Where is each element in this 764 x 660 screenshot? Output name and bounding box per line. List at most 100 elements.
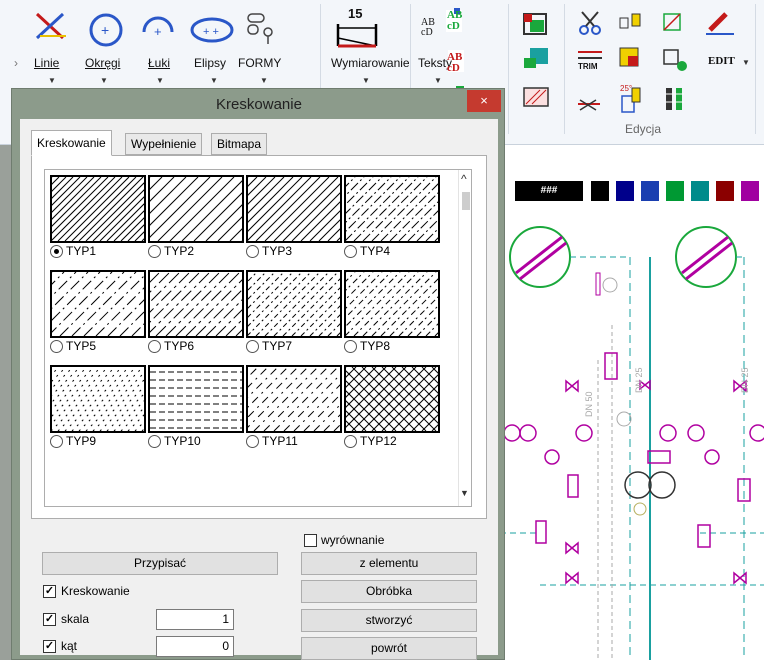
pattern-radio[interactable] [148, 245, 161, 258]
ribbon-button-arcs[interactable]: Łuki [148, 56, 170, 70]
explode-tool-icon[interactable] [578, 99, 600, 111]
pattern-tile[interactable]: TYP1 [50, 175, 146, 258]
extend-tool-icon[interactable] [619, 47, 639, 67]
ribbon-button-forms[interactable]: FORMY [238, 56, 281, 70]
scroll-up-icon[interactable]: ^ [461, 172, 467, 186]
pattern-radio[interactable] [344, 340, 357, 353]
array-tool-icon[interactable] [663, 49, 687, 71]
pattern-tile[interactable]: TYP3 [246, 175, 342, 258]
edit-menu-button[interactable]: EDIT [708, 55, 735, 67]
pattern-tile[interactable]: TYP10 [148, 365, 244, 448]
pattern-radio[interactable] [148, 435, 161, 448]
tab-bitmap[interactable]: Bitmapa [211, 133, 268, 155]
text-edit-icon[interactable]: AB cD [447, 10, 462, 32]
pattern-tile[interactable]: TYP7 [246, 270, 342, 353]
pattern-radio[interactable] [246, 245, 259, 258]
scale-checkbox[interactable]: ✓ [43, 613, 56, 626]
arc-tool-icon[interactable]: + [142, 16, 174, 39]
pattern-radio[interactable] [246, 435, 259, 448]
hatching-checkbox[interactable]: ✓ [43, 585, 56, 598]
pattern-tile[interactable]: TYP5 [50, 270, 146, 353]
text-replace-icon[interactable]: AB cD [447, 52, 462, 74]
pattern-radio[interactable] [50, 245, 63, 258]
grid-tool-icon[interactable] [666, 88, 684, 110]
pattern-list[interactable]: TYP1 TYP2 TYP3 TYP4 TYP5 TYP6 TYP7 TYP8 TYP9 TYP1… [44, 169, 472, 507]
dropdown-arrow-icon[interactable]: ▼ [48, 76, 56, 85]
scrollbar-thumb[interactable] [462, 192, 470, 210]
align-checkbox[interactable] [304, 534, 317, 547]
ribbon-button-lines[interactable]: Linie [34, 56, 59, 70]
trim-label[interactable]: TRIM [578, 62, 598, 71]
forms-tool-icon[interactable] [247, 13, 273, 44]
pattern-label: TYP8 [360, 339, 391, 353]
angle-input[interactable]: 0 [156, 636, 234, 657]
pattern-tile[interactable]: TYP9 [50, 365, 146, 448]
edit-dropdown-icon[interactable]: ▼ [742, 58, 750, 67]
stretch-tool-icon[interactable] [663, 13, 681, 31]
assign-button[interactable]: Przypisać [42, 552, 278, 575]
color-swatch[interactable] [641, 181, 659, 201]
scissors-icon[interactable] [579, 11, 601, 35]
pattern-tile[interactable]: TYP8 [344, 270, 440, 353]
ribbon-button-circles[interactable]: Okręgi [85, 56, 120, 70]
dimension-value-label: 15 [348, 6, 363, 21]
color-swatch[interactable] [741, 181, 759, 201]
ribbon-edge-arrow: › [14, 56, 18, 70]
pattern-tile[interactable]: TYP4 [344, 175, 440, 258]
text-style-icon[interactable]: AB cD [421, 18, 435, 38]
color-swatch[interactable] [716, 181, 734, 201]
color-swatch[interactable] [591, 181, 609, 201]
tab-fill[interactable]: Wypełnienie [125, 133, 203, 155]
pattern-radio[interactable] [246, 340, 259, 353]
ribbon-button-ellipses[interactable]: Elipsy [194, 56, 226, 70]
hatch-pattern-preview [50, 270, 146, 338]
dimension-tool-icon[interactable] [336, 24, 378, 48]
dropdown-arrow-icon[interactable]: ▼ [100, 76, 108, 85]
pattern-tile[interactable]: TYP11 [246, 365, 342, 448]
scale-input[interactable]: 1 [156, 609, 234, 630]
dropdown-arrow-icon[interactable]: ▼ [210, 76, 218, 85]
close-button[interactable]: × [467, 90, 501, 112]
pattern-radio[interactable] [148, 340, 161, 353]
ribbon-separator [755, 4, 756, 134]
ellipse-tool-icon[interactable]: + + [190, 17, 234, 43]
pattern-radio[interactable] [344, 435, 357, 448]
pattern-list-scrollbar[interactable]: ^ ▼ [458, 170, 471, 506]
back-button[interactable]: powrót [301, 637, 477, 660]
erase-tool-icon[interactable] [706, 12, 734, 35]
pattern-tile[interactable]: TYP6 [148, 270, 244, 353]
create-button[interactable]: stworzyć [301, 609, 477, 632]
edit-group-label: Edycja [625, 122, 662, 136]
scroll-down-icon[interactable]: ▼ [460, 488, 469, 498]
hatch-pattern-preview [148, 365, 244, 433]
pattern-radio[interactable] [344, 245, 357, 258]
line-tool-icon[interactable] [35, 12, 66, 40]
ribbon-button-dimensioning[interactable]: Wymiarowanie [331, 56, 410, 70]
color-swatch[interactable] [691, 181, 709, 201]
trim-tool-icon[interactable] [578, 51, 602, 59]
svg-text:DN 50: DN 50 [584, 391, 594, 417]
from-element-button[interactable]: z elementu [301, 552, 477, 575]
tab-hatching[interactable]: Kreskowanie [31, 130, 112, 156]
pattern-radio[interactable] [50, 340, 63, 353]
hatch-tool-icon[interactable] [523, 87, 549, 107]
pattern-label: TYP11 [262, 434, 298, 448]
angle-checkbox[interactable]: ✓ [43, 640, 56, 653]
color-swatch[interactable] [666, 181, 684, 201]
color-swatch-custom[interactable]: ### [515, 181, 583, 201]
dropdown-arrow-icon[interactable]: ▼ [434, 76, 442, 85]
circle-tool-icon[interactable]: + [89, 13, 123, 47]
layer-tool-icon[interactable] [523, 13, 547, 35]
dropdown-arrow-icon[interactable]: ▼ [156, 76, 164, 85]
copy-tool-icon[interactable] [619, 13, 641, 29]
pattern-radio[interactable] [50, 435, 63, 448]
pattern-tile[interactable]: TYP2 [148, 175, 244, 258]
dropdown-arrow-icon[interactable]: ▼ [260, 76, 268, 85]
svg-text:+: + [101, 22, 109, 38]
pattern-tile[interactable]: TYP12 [344, 365, 440, 448]
dropdown-arrow-icon[interactable]: ▼ [362, 76, 370, 85]
processing-button[interactable]: Obróbka [301, 580, 477, 603]
drawing-canvas[interactable]: DN 50 DN 25 DN 25 [500, 145, 764, 660]
color-swatch[interactable] [616, 181, 634, 201]
layer-fill-icon[interactable] [524, 48, 548, 68]
